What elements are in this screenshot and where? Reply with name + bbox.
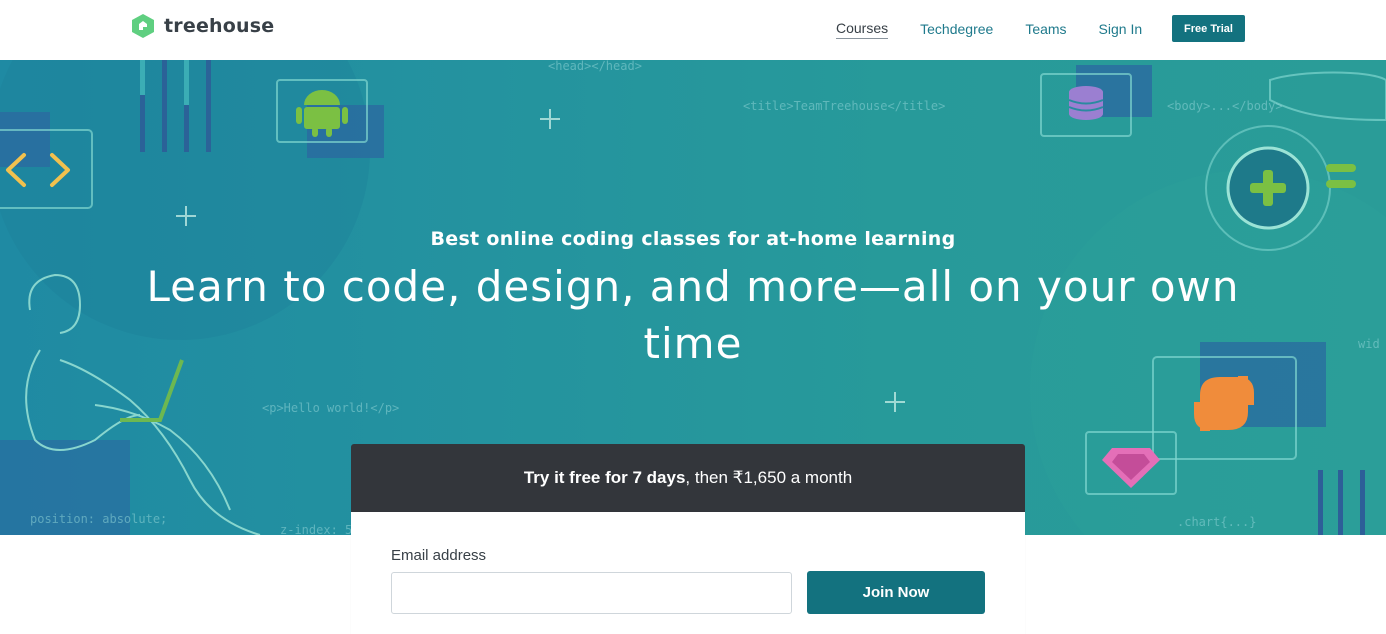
signup-form: Email address Join Now	[351, 512, 1025, 634]
code-snippet-paragraph: <p>Hello world!</p>	[262, 401, 399, 415]
join-now-button[interactable]: Join Now	[807, 571, 985, 614]
code-snippet-chart: .chart{...}	[1177, 515, 1256, 529]
nav-link-courses[interactable]: Courses	[836, 20, 889, 39]
site-header: treehouse Courses Techdegree Teams Sign …	[0, 0, 1386, 60]
trial-offer-price: , then ₹1,650 a month	[685, 468, 853, 487]
treehouse-logo[interactable]: treehouse	[130, 12, 274, 40]
hero-eyebrow: Best online coding classes for at-home l…	[430, 228, 956, 250]
trial-offer-text: Try it free for 7 days, then ₹1,650 a mo…	[524, 468, 852, 488]
nav-link-techdegree[interactable]: Techdegree	[920, 21, 993, 37]
nav-link-sign-in[interactable]: Sign In	[1099, 21, 1143, 37]
treehouse-logo-icon	[132, 14, 154, 38]
free-trial-button[interactable]: Free Trial	[1172, 15, 1245, 42]
database-icon	[1040, 65, 1152, 137]
code-snippet-head: <head></head>	[548, 60, 642, 73]
code-snippet-title: <title>TeamTreehouse</title>	[743, 99, 945, 113]
trial-offer-bold: Try it free for 7 days	[523, 468, 686, 487]
email-label: Email address	[391, 547, 487, 564]
code-snippet-zindex: z-index: 5;	[280, 523, 359, 535]
hero-title: Learn to code, design, and more—all on y…	[146, 262, 1240, 368]
main-nav: Courses Techdegree Teams Sign In	[836, 18, 1174, 40]
nav-link-teams[interactable]: Teams	[1025, 21, 1066, 37]
code-snippet-position: position: absolute;	[30, 512, 167, 526]
logo-wordmark: treehouse	[164, 15, 275, 37]
trial-offer-banner: Try it free for 7 days, then ₹1,650 a mo…	[351, 444, 1025, 512]
code-snippet-width: wid	[1358, 337, 1380, 351]
code-snippet-body: <body>...</body>	[1167, 99, 1283, 113]
email-field[interactable]	[391, 572, 792, 614]
